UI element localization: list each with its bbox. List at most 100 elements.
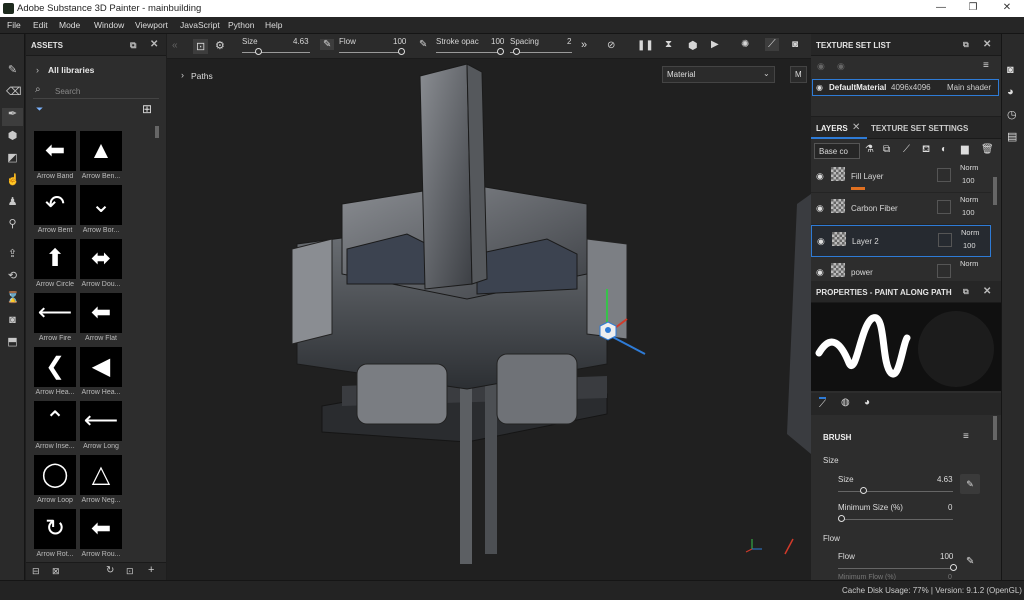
eraser-icon[interactable]: ⌫: [6, 86, 22, 99]
search-field[interactable]: ⌕ Search: [33, 82, 159, 99]
menu-javascript[interactable]: JavaScript: [180, 20, 220, 30]
asset-item[interactable]: ❮ Arrow Hea...: [34, 347, 76, 396]
bake-icon[interactable]: ⇪: [6, 248, 19, 261]
refresh-icon[interactable]: ↻: [106, 565, 114, 576]
add-mask-icon[interactable]: ⧉: [883, 144, 890, 155]
paths-label[interactable]: Paths: [191, 71, 213, 81]
menu-icon[interactable]: ≡: [983, 60, 989, 71]
eye-icon[interactable]: ◉: [837, 61, 845, 72]
menu-window[interactable]: Window: [94, 20, 124, 30]
layer-row[interactable]: ◉ Carbon Fiber Norm 100: [811, 193, 991, 225]
asset-item[interactable]: ⬌ Arrow Dou...: [80, 239, 122, 288]
blend-mode-select[interactable]: Norm: [960, 259, 978, 268]
expand-toolbar-icon[interactable]: »: [581, 39, 587, 51]
close-window-icon[interactable]: ✕: [992, 2, 1022, 13]
menu-help[interactable]: Help: [265, 20, 282, 30]
render-mode-icon[interactable]: ✺: [741, 39, 749, 50]
brush-menu-icon[interactable]: ≡: [963, 431, 969, 442]
texture-set-row[interactable]: ◉ DefaultMaterial 4096x4096 Main shader: [812, 79, 999, 96]
layer-row[interactable]: ◉ Fill Layer Norm 100: [811, 161, 991, 193]
clone-icon[interactable]: ♟: [6, 196, 19, 209]
paths-chevron-icon[interactable]: ›: [181, 70, 184, 80]
channel-select[interactable]: Base co: [814, 143, 860, 159]
flow-pressure-icon[interactable]: ✎: [966, 556, 974, 567]
visibility-eye-icon[interactable]: ◉: [816, 83, 823, 92]
min-size-slider[interactable]: [838, 519, 953, 520]
geometry-fill-icon[interactable]: ◩: [6, 152, 19, 165]
filter-icon[interactable]: ⏷: [36, 104, 43, 115]
layer-mask-slot[interactable]: [938, 233, 952, 247]
flow-slider-knob[interactable]: [950, 564, 957, 571]
display-mode-icon[interactable]: ⬢: [688, 39, 698, 52]
alpha-tab-icon[interactable]: ◕: [864, 397, 870, 408]
tab-texture-set-settings[interactable]: TEXTURE SET SETTINGS: [871, 124, 968, 133]
brush-tab-icon[interactable]: ⟋: [819, 397, 826, 410]
float-panel-icon[interactable]: ⧉: [130, 40, 136, 51]
display-settings-icon[interactable]: ◙: [1007, 64, 1014, 76]
collapse-left-icon[interactable]: «: [172, 40, 178, 51]
properties-scrollbar[interactable]: [993, 416, 997, 440]
opacity-value[interactable]: 100: [962, 176, 975, 185]
3d-viewport[interactable]: › Paths Material ⌄ M: [167, 34, 811, 580]
settings-sliders-icon[interactable]: ⚙: [215, 39, 225, 52]
opacity-value[interactable]: 100: [963, 241, 976, 250]
asset-item[interactable]: ↻ Arrow Rot...: [34, 509, 76, 558]
pause-icon[interactable]: ❚❚: [637, 40, 654, 51]
size-pressure-icon[interactable]: ✎: [960, 474, 980, 494]
layers-scrollbar[interactable]: [993, 177, 997, 205]
spacing-value[interactable]: 2: [567, 37, 571, 46]
chevron-right-icon[interactable]: ›: [36, 65, 39, 75]
visibility-eye-icon[interactable]: ◉: [816, 267, 824, 278]
size-value[interactable]: 4.63: [293, 37, 309, 46]
anchor-icon[interactable]: ⌛: [6, 292, 20, 305]
paint-mode-icon[interactable]: ⟋: [765, 38, 779, 51]
close-panel-icon[interactable]: ✕: [150, 39, 158, 50]
paint-brush-icon[interactable]: ✎: [6, 64, 19, 77]
blend-mode-select[interactable]: Norm: [960, 163, 978, 172]
hide-icon[interactable]: ⊘: [607, 40, 615, 51]
smudge-icon[interactable]: ☝: [6, 174, 20, 187]
minimize-icon[interactable]: —: [926, 2, 956, 13]
size-value[interactable]: 4.63: [937, 475, 953, 484]
tab-layers[interactable]: LAYERS: [816, 124, 848, 133]
flow-pressure-icon[interactable]: ✎: [419, 39, 427, 50]
building-model[interactable]: [167, 34, 811, 580]
import-icon[interactable]: ⊟: [32, 566, 40, 577]
asset-item[interactable]: ⟵ Arrow Long: [80, 401, 122, 450]
float-panel-icon[interactable]: ⧉: [963, 287, 969, 297]
flow-value[interactable]: 100: [940, 552, 953, 561]
asset-item[interactable]: ⌄ Arrow Bor...: [80, 185, 122, 234]
pen-pressure-icon[interactable]: ✎: [320, 39, 335, 50]
asset-item[interactable]: ⬅ Arrow Band: [34, 131, 76, 180]
close-tab-icon[interactable]: ✕: [852, 122, 860, 133]
blend-mode-select[interactable]: Norm: [961, 228, 979, 237]
delete-icon[interactable]: 🗑: [981, 144, 994, 155]
maximize-icon[interactable]: ❐: [958, 2, 988, 13]
add-paint-layer-icon[interactable]: ⟋: [903, 144, 910, 155]
menu-viewport[interactable]: Viewport: [135, 20, 168, 30]
asset-item[interactable]: △ Arrow Neg...: [80, 455, 122, 504]
asset-item[interactable]: ⬅ Arrow Flat: [80, 293, 122, 342]
screenshot-icon[interactable]: ◙: [792, 39, 798, 50]
asset-item[interactable]: ⬅ Arrow Rou...: [80, 509, 122, 558]
symmetry-icon[interactable]: ⧗: [665, 39, 672, 50]
log-icon[interactable]: ▤: [1007, 130, 1017, 143]
close-panel-icon[interactable]: ✕: [983, 39, 991, 50]
blend-mode-select[interactable]: Norm: [960, 195, 978, 204]
history-icon[interactable]: ◷: [1007, 108, 1017, 121]
layer-mask-slot[interactable]: [937, 168, 951, 182]
library-selector[interactable]: All libraries: [48, 65, 94, 75]
camera-icon[interactable]: ◙: [6, 314, 19, 327]
flow-slider[interactable]: [838, 568, 953, 569]
menu-mode[interactable]: Mode: [59, 20, 80, 30]
asset-item[interactable]: ⬆ Arrow Circle: [34, 239, 76, 288]
asset-item[interactable]: ⌃ Arrow Inse...: [34, 401, 76, 450]
menu-file[interactable]: File: [7, 20, 21, 30]
add-smart-material-icon[interactable]: ◐: [941, 144, 947, 155]
size-slider-knob[interactable]: [860, 487, 868, 494]
shader-settings-icon[interactable]: ◕: [1007, 86, 1014, 98]
add-folder-icon[interactable]: ▆: [961, 144, 969, 155]
size-slider-knob[interactable]: [255, 48, 262, 55]
asset-item[interactable]: ▲ Arrow Ben...: [80, 131, 122, 180]
color-picker-icon[interactable]: ⚲: [6, 218, 19, 231]
